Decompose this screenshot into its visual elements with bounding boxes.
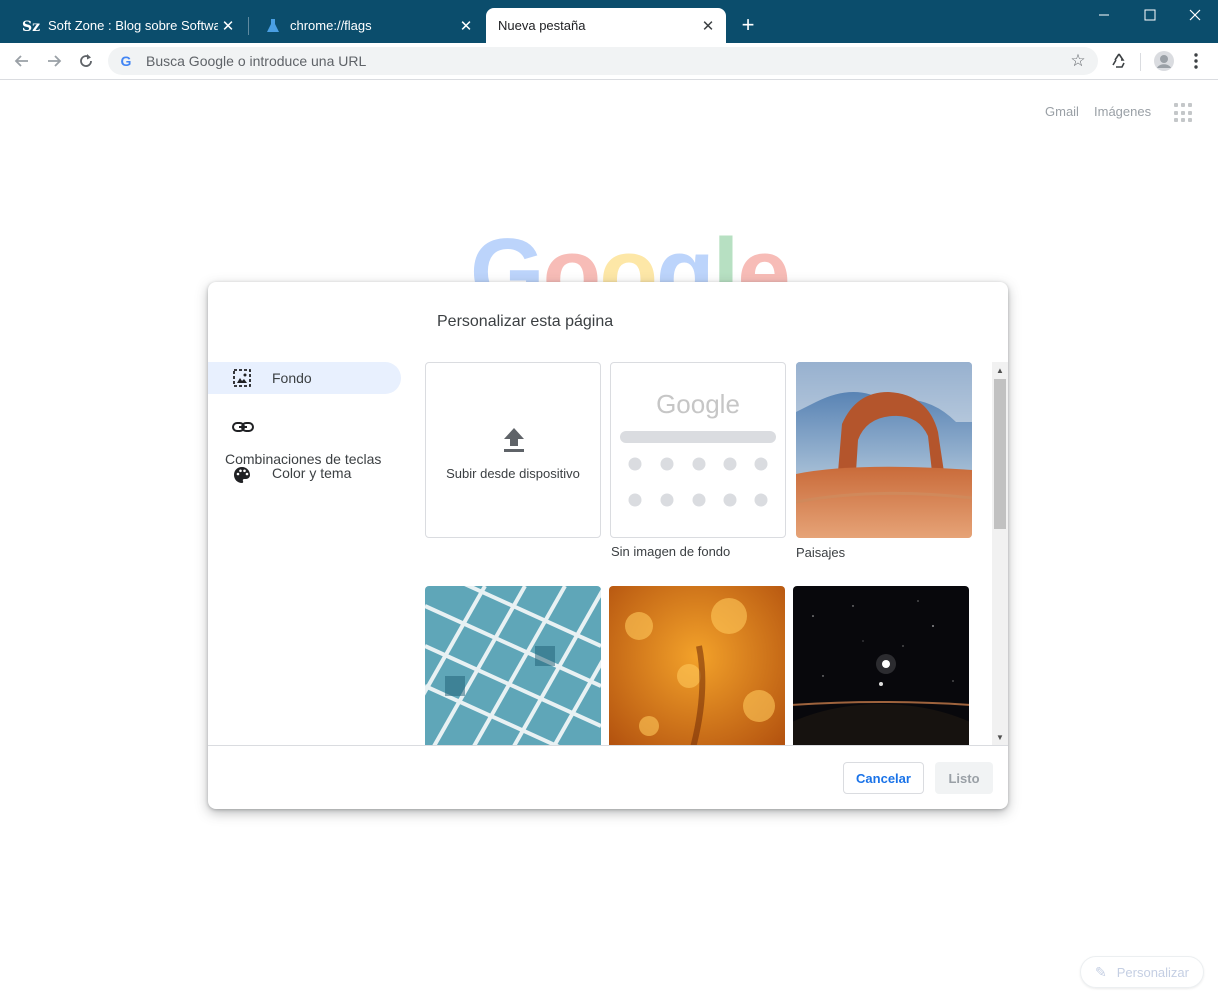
close-icon[interactable]: ✕ [456,16,476,36]
nav-item-shortcuts[interactable] [208,411,401,443]
tab-title: Soft Zone : Blog sobre Software d [48,18,218,33]
nav-item-color-theme[interactable]: Color y tema [208,459,401,489]
glass-building-image [425,586,601,745]
flask-icon [264,17,282,35]
omnibox[interactable]: G ☆ [108,47,1098,75]
tab-flags[interactable]: chrome://flags ✕ [252,8,484,43]
browser-toolbar: G ☆ [0,43,1218,80]
cancel-button[interactable]: Cancelar [843,762,924,794]
menu-kebab-icon[interactable] [1182,47,1210,75]
upload-label: Subir desde dispositivo [446,466,580,481]
tab-softzone[interactable]: Sz Soft Zone : Blog sobre Software d ✕ [10,8,246,43]
tab-separator [248,17,249,35]
scrollbar-thumb[interactable] [994,379,1006,529]
upload-tile[interactable]: Subir desde dispositivo [425,362,601,538]
pencil-icon: ✎ [1095,963,1107,980]
omnibox-input[interactable] [144,52,1066,70]
scroll-down-arrow-icon[interactable]: ▼ [992,730,1008,744]
back-arrow-icon[interactable] [8,47,36,75]
close-icon[interactable]: ✕ [218,16,238,36]
apps-launcher-icon[interactable] [1174,103,1194,123]
dialog-title: Personalizar esta página [437,313,614,330]
background-grid: Subir desde dispositivo Google Sin image… [425,362,987,745]
textures-collection-tile[interactable] [609,586,785,745]
google-logo-background: Google [470,219,789,282]
tab-strip: Sz Soft Zone : Blog sobre Software d ✕ c… [0,0,1218,43]
gmail-link[interactable]: Gmail [1045,104,1079,119]
no-image-tile[interactable]: Google [610,362,786,538]
window-close-icon[interactable] [1172,0,1218,30]
no-image-google-logo: Google [656,389,740,419]
architecture-collection-tile[interactable] [425,586,601,745]
image-icon [232,368,252,388]
dialog-footer-divider [208,745,1008,746]
google-g-icon: G [120,53,132,69]
dialog-scrollbar[interactable]: ▲ ▼ [992,362,1008,745]
orange-texture-image [609,586,785,745]
reload-icon[interactable] [72,47,100,75]
link-icon [232,417,254,437]
arch-landscape-image [796,362,972,538]
images-link[interactable]: Imágenes [1094,104,1151,119]
profile-avatar-icon[interactable] [1150,47,1178,75]
new-tab-plus-icon[interactable]: + [736,12,760,37]
nav-label: Color y tema [272,465,352,481]
minimize-icon[interactable] [1081,0,1127,30]
svg-text:Sz: Sz [22,19,40,34]
tab-new-tab[interactable]: Nueva pestaña ✕ [486,8,726,43]
customize-dialog: Personalizar esta página Fondo Combinaci… [208,282,1008,809]
softzone-favicon-icon: Sz [22,17,40,35]
nav-label: Fondo [272,370,312,386]
bookmark-star-icon[interactable]: ☆ [1066,51,1090,71]
search-bar-placeholder [620,431,776,443]
shortcut-dots [628,457,768,507]
maximize-icon[interactable] [1127,0,1173,30]
done-button[interactable]: Listo [935,762,993,794]
palette-icon [232,465,252,485]
customize-label: Personalizar [1116,964,1189,980]
no-image-label: Sin imagen de fondo [611,544,731,559]
recycle-extension-icon[interactable] [1105,47,1133,75]
upload-icon [504,428,524,452]
space-collection-tile[interactable] [793,586,969,745]
close-icon[interactable]: ✕ [698,16,718,36]
toolbar-divider [1140,53,1141,71]
tab-title: chrome://flags [290,18,372,33]
nav-item-background[interactable]: Fondo [208,362,401,394]
scroll-up-arrow-icon[interactable]: ▲ [992,363,1008,377]
landscapes-collection-tile[interactable] [796,362,972,538]
customize-button[interactable]: ✎ Personalizar [1080,956,1204,988]
tab-title: Nueva pestaña [498,18,586,33]
forward-arrow-icon[interactable] [40,47,68,75]
landscapes-label: Paisajes [796,545,846,560]
planet-horizon-image [793,586,969,745]
